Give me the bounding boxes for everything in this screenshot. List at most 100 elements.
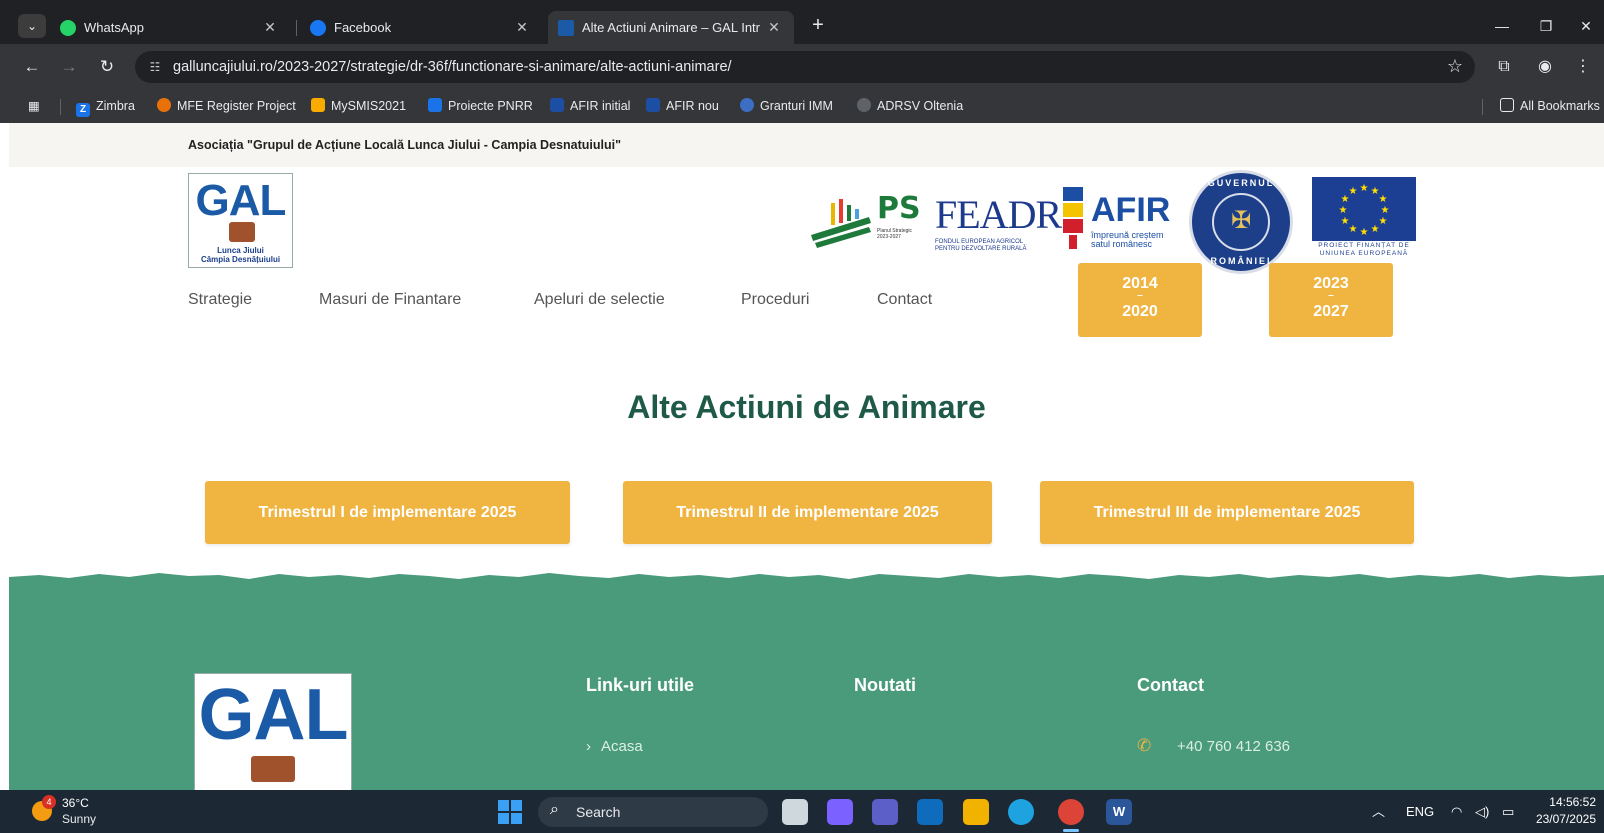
- ps-subtitle: Planul Strategic 2023-2027: [877, 228, 913, 240]
- gal-logo[interactable]: GAL Lunca Jiului Câmpia Desnățuiului: [188, 173, 293, 268]
- bookmark-zimbra[interactable]: Z Zimbra: [76, 90, 135, 123]
- eu-stars-icon: ★ ★★ ★★★ ★★★ ★★★: [1339, 183, 1390, 238]
- afir-nou-icon: [646, 98, 660, 112]
- bookmark-afir-nou[interactable]: AFIR nou: [646, 90, 719, 123]
- close-tab-icon[interactable]: ✕: [514, 11, 530, 44]
- task-view-icon[interactable]: [782, 799, 808, 825]
- main-navigation: Strategie Masuri de Finantare Apeluri de…: [9, 285, 1009, 315]
- taskbar-search[interactable]: ⌕ Search: [538, 797, 768, 827]
- word-icon[interactable]: W: [1106, 799, 1132, 825]
- facebook-icon: [310, 20, 326, 36]
- tab-facebook[interactable]: Facebook ✕: [300, 11, 540, 44]
- search-icon: ⌕: [550, 801, 559, 818]
- period-dash: –: [1328, 290, 1334, 301]
- edge-icon[interactable]: [1008, 799, 1034, 825]
- logo-gal-text: GAL: [195, 176, 287, 225]
- trimester-2-button[interactable]: Trimestrul II de implementare 2025: [623, 481, 992, 544]
- copilot-icon[interactable]: [827, 799, 853, 825]
- pnrr-icon: [428, 98, 442, 112]
- close-window-icon[interactable]: ✕: [1568, 8, 1604, 44]
- period-2014-2020-button[interactable]: 2014 – 2020: [1078, 263, 1202, 337]
- feadr-subtitle: FONDUL EUROPEAN AGRICOL PENTRU DEZVOLTAR…: [935, 239, 1027, 252]
- address-bar[interactable]: ☷ galluncajiului.ro/2023-2027/strategie/…: [135, 51, 1475, 83]
- restore-icon[interactable]: ❐: [1524, 8, 1568, 44]
- nav-contact[interactable]: Contact: [877, 285, 932, 315]
- trimester-1-button[interactable]: Trimestrul I de implementare 2025: [205, 481, 570, 544]
- svg-text:★: ★: [1339, 205, 1348, 216]
- minimize-icon[interactable]: —: [1480, 8, 1524, 44]
- menu-icon[interactable]: ⋮: [1570, 54, 1596, 80]
- nav-apeluri-selectie[interactable]: Apeluri de selectie: [534, 285, 665, 315]
- logo-line2: Câmpia Desnățuiului: [200, 255, 281, 264]
- svg-text:★: ★: [1360, 183, 1369, 194]
- bookmark-star-icon[interactable]: ☆: [1447, 56, 1463, 77]
- all-bookmarks-button[interactable]: All Bookmarks: [1500, 90, 1600, 123]
- footer-link-acasa[interactable]: › Acasa: [586, 738, 643, 755]
- browser-chrome: ⌄ WhatsApp ✕ Facebook ✕ Alte Actiuni Ani…: [0, 0, 1604, 123]
- bookmark-label: Proiecte PNRR: [448, 99, 533, 113]
- tray-overflow-icon[interactable]: ︿: [1372, 790, 1385, 833]
- svg-text:★: ★: [1360, 227, 1369, 238]
- nav-proceduri[interactable]: Proceduri: [741, 285, 809, 315]
- teams-icon[interactable]: [872, 799, 898, 825]
- close-tab-icon[interactable]: ✕: [766, 11, 782, 44]
- bookmark-mfe[interactable]: MFE Register Project: [157, 90, 296, 123]
- profile-icon[interactable]: ◉: [1532, 54, 1558, 80]
- all-bookmarks-label: All Bookmarks: [1520, 99, 1600, 113]
- svg-text:★: ★: [1349, 186, 1358, 197]
- new-tab-button[interactable]: +: [806, 14, 830, 38]
- clock-date[interactable]: 23/07/2025: [1536, 812, 1596, 826]
- svg-text:★: ★: [1371, 224, 1380, 235]
- period-dash: –: [1137, 290, 1143, 301]
- tab-active-page[interactable]: Alte Actiuni Animare – GAL Intr ✕: [548, 11, 794, 44]
- zimbra-icon: Z: [76, 103, 90, 117]
- bookmark-mysmis[interactable]: MySMIS2021: [311, 90, 406, 123]
- tab-whatsapp[interactable]: WhatsApp ✕: [50, 11, 290, 44]
- tab-search-button[interactable]: ⌄: [18, 14, 46, 38]
- svg-text:★: ★: [1379, 194, 1388, 205]
- volume-icon[interactable]: ◁): [1475, 790, 1489, 833]
- site-info-icon[interactable]: ☷: [145, 57, 165, 77]
- footer-news-title: Noutati: [854, 675, 916, 695]
- phone-icon: ✆: [1137, 736, 1152, 755]
- granturi-icon: [740, 98, 754, 112]
- eagle-icon: ✠: [1230, 207, 1252, 234]
- ps-mark: PS: [877, 191, 921, 226]
- bookmark-label: AFIR initial: [570, 99, 631, 113]
- chrome-icon[interactable]: [1058, 799, 1084, 825]
- close-tab-icon[interactable]: ✕: [262, 11, 278, 44]
- afir-logo: AFIR împreună creștem satul românesc: [1061, 181, 1176, 265]
- folder-icon: [1500, 98, 1514, 112]
- bookmark-label: MySMIS2021: [331, 99, 407, 113]
- mfe-icon: [157, 98, 171, 112]
- apps-icon[interactable]: ▦: [28, 90, 40, 123]
- wifi-icon[interactable]: ◠: [1451, 790, 1462, 833]
- nav-strategie[interactable]: Strategie: [188, 285, 252, 315]
- bookmark-label: Granturi IMM: [760, 99, 833, 113]
- bookmark-pnrr[interactable]: Proiecte PNRR: [428, 90, 533, 123]
- trimester-3-button[interactable]: Trimestrul III de implementare 2025: [1040, 481, 1414, 544]
- nav-masuri-finantare[interactable]: Masuri de Finantare: [319, 285, 461, 315]
- file-explorer-icon[interactable]: [963, 799, 989, 825]
- reload-icon[interactable]: ↻: [94, 54, 120, 80]
- outlook-icon[interactable]: [917, 799, 943, 825]
- battery-icon[interactable]: ▭: [1502, 790, 1514, 833]
- back-icon[interactable]: ←: [19, 54, 45, 80]
- start-button[interactable]: [498, 800, 522, 824]
- bookmark-afir-initial[interactable]: AFIR initial: [550, 90, 630, 123]
- footer-phone[interactable]: +40 760 412 636: [1177, 738, 1290, 755]
- bookmarks-bar: ▦ Z Zimbra MFE Register Project MySMIS202…: [0, 90, 1604, 123]
- globe-icon: [857, 98, 871, 112]
- tab-title: WhatsApp: [84, 20, 144, 35]
- extensions-icon[interactable]: ⧉: [1491, 54, 1517, 80]
- period-2023-2027-button[interactable]: 2023 – 2027: [1269, 263, 1393, 337]
- tractor-icon: [229, 222, 255, 242]
- clock-time[interactable]: 14:56:52: [1549, 795, 1596, 809]
- svg-text:★: ★: [1349, 224, 1358, 235]
- bookmark-granturi[interactable]: Granturi IMM: [740, 90, 833, 123]
- web-page: Asociația "Grupul de Acțiune Locală Lunc…: [9, 123, 1604, 790]
- forward-icon[interactable]: →: [56, 54, 82, 80]
- bookmark-adrsv[interactable]: ADRSV Oltenia: [857, 90, 963, 123]
- language-indicator[interactable]: ENG: [1406, 790, 1434, 833]
- footer-gal-logo[interactable]: GAL: [194, 673, 352, 790]
